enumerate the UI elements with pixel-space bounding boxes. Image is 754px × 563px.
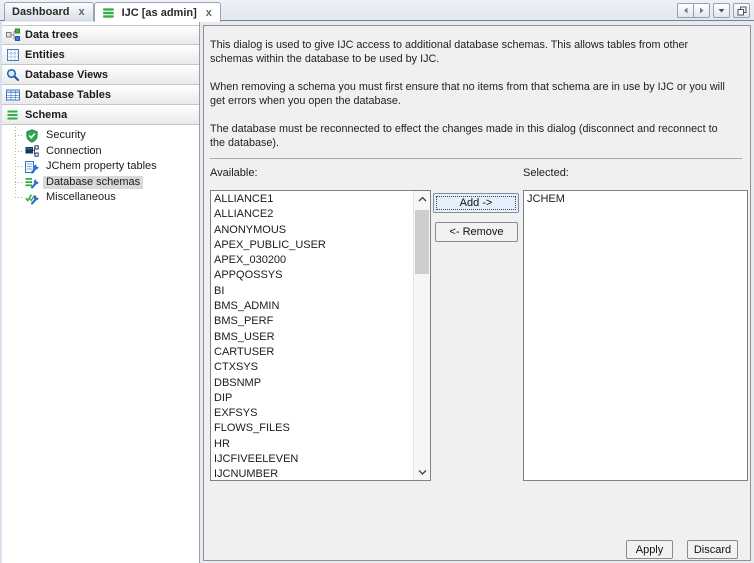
add-button[interactable]: Add ->	[433, 193, 519, 213]
description-paragraph: When removing a schema you must first en…	[210, 81, 752, 108]
database-tables-icon	[6, 88, 20, 102]
description-paragraph: The database must be reconnected to effe…	[210, 123, 752, 150]
sidebar-item-label: Entities	[25, 49, 65, 61]
list-item[interactable]: IJCNUMBER	[214, 467, 413, 480]
list-item[interactable]: BI	[214, 284, 413, 299]
tree-item-label: Database schemas	[43, 176, 143, 189]
schema-tree: Security Connection	[2, 125, 199, 206]
list-item[interactable]: BMS_USER	[214, 330, 413, 345]
dialog-description: This dialog is used to give IJC access t…	[210, 39, 752, 165]
tree-item-connection[interactable]: Connection	[2, 144, 199, 160]
tab-dashboard-label: Dashboard	[12, 6, 69, 18]
list-item[interactable]: APPQOSSYS	[214, 268, 413, 283]
sidebar-item-label: Database Views	[25, 69, 108, 81]
tab-list-dropdown-button[interactable]	[713, 3, 730, 18]
tab-dashboard[interactable]: Dashboard x	[4, 2, 94, 21]
list-item[interactable]: DBSNMP	[214, 376, 413, 391]
sidebar-item-data-trees[interactable]: Data trees	[2, 25, 199, 45]
sidebar-item-database-tables[interactable]: Database Tables	[2, 85, 199, 105]
scroll-up-button[interactable]	[414, 191, 430, 207]
scroll-up-icon	[417, 195, 428, 203]
miscellaneous-icon	[25, 191, 39, 205]
tree-item-label: Connection	[43, 145, 105, 158]
list-item[interactable]: APEX_030200	[214, 253, 413, 268]
apply-button[interactable]: Apply	[626, 540, 673, 559]
list-item[interactable]: FLOWS_FILES	[214, 421, 413, 436]
tab-controls	[677, 3, 750, 18]
description-paragraph: This dialog is used to give IJC access t…	[210, 39, 752, 66]
database-schemas-icon	[25, 175, 39, 189]
chevron-left-icon	[680, 5, 691, 16]
schema-green-bars-icon	[102, 6, 116, 20]
admin-sidebar: Data trees Entities Database Views Datab…	[0, 22, 200, 563]
sidebar-item-label: Database Tables	[25, 89, 111, 101]
connection-icon	[25, 144, 39, 158]
scrollbar-thumb[interactable]	[415, 210, 429, 274]
list-item[interactable]: EXFSYS	[214, 406, 413, 421]
list-item[interactable]: HR	[214, 437, 413, 452]
tree-item-database-schemas[interactable]: Database schemas	[2, 175, 199, 191]
list-item[interactable]: ALLIANCE2	[214, 207, 413, 222]
security-shield-icon	[25, 129, 39, 143]
separator-line	[210, 158, 742, 159]
schema-icon	[6, 108, 20, 122]
scroll-down-button[interactable]	[414, 464, 430, 480]
list-item[interactable]: APEX_PUBLIC_USER	[214, 238, 413, 253]
scroll-down-icon	[417, 468, 428, 476]
tab-bar: Dashboard x IJC [as admin] x	[0, 0, 754, 21]
tab-ijc-as-admin[interactable]: IJC [as admin] x	[94, 2, 221, 22]
close-icon[interactable]: x	[77, 7, 85, 17]
discard-button[interactable]: Discard	[687, 540, 738, 559]
list-item[interactable]: BMS_PERF	[214, 314, 413, 329]
close-icon[interactable]: x	[205, 8, 213, 18]
database-schemas-panel: This dialog is used to give IJC access t…	[203, 25, 751, 561]
list-item[interactable]: CTXSYS	[214, 360, 413, 375]
tree-item-label: JChem property tables	[43, 160, 160, 173]
tree-item-miscellaneous[interactable]: Miscellaneous	[2, 190, 199, 206]
vertical-scrollbar[interactable]	[413, 191, 430, 480]
sidebar-item-schema[interactable]: Schema	[2, 105, 199, 125]
available-schemas-items: ALLIANCE1ALLIANCE2ANONYMOUSAPEX_PUBLIC_U…	[211, 191, 413, 480]
selected-schemas-list[interactable]: JCHEM	[523, 190, 748, 481]
sidebar-item-database-views[interactable]: Database Views	[2, 65, 199, 85]
tab-ijc-label: IJC [as admin]	[122, 7, 197, 19]
list-item[interactable]: CARTUSER	[214, 345, 413, 360]
entities-icon	[6, 48, 20, 62]
selected-label: Selected:	[523, 167, 569, 179]
scroll-tabs-right-button[interactable]	[693, 3, 710, 18]
property-tables-icon	[25, 160, 39, 174]
available-schemas-list[interactable]: ALLIANCE1ALLIANCE2ANONYMOUSAPEX_PUBLIC_U…	[210, 190, 431, 481]
sidebar-item-entities[interactable]: Entities	[2, 45, 199, 65]
ijc-admin-window: Dashboard x IJC [as admin] x	[0, 0, 754, 563]
list-item[interactable]: IJCFIVEELEVEN	[214, 452, 413, 467]
database-views-icon	[6, 68, 20, 82]
list-item[interactable]: JCHEM	[527, 192, 747, 207]
list-item[interactable]: ALLIANCE1	[214, 192, 413, 207]
data-trees-icon	[6, 28, 20, 42]
remove-button[interactable]: <- Remove	[435, 222, 518, 242]
scrollbar-track[interactable]	[414, 207, 430, 464]
tree-item-jchem-property-tables[interactable]: JChem property tables	[2, 159, 199, 175]
tree-item-security[interactable]: Security	[2, 128, 199, 144]
tree-item-label: Security	[43, 129, 89, 142]
maximize-window-button[interactable]	[733, 3, 750, 18]
list-item[interactable]: BMS_ADMIN	[214, 299, 413, 314]
sidebar-item-label: Schema	[25, 109, 67, 121]
list-item[interactable]: ANONYMOUS	[214, 223, 413, 238]
maximize-icon	[736, 5, 748, 17]
scroll-tabs-left-button[interactable]	[677, 3, 694, 18]
chevron-down-icon	[716, 5, 727, 16]
tree-item-label: Miscellaneous	[43, 191, 119, 204]
selected-schemas-items: JCHEM	[524, 191, 747, 480]
list-item[interactable]: DIP	[214, 391, 413, 406]
available-label: Available:	[210, 167, 258, 179]
chevron-right-icon	[696, 5, 707, 16]
sidebar-item-label: Data trees	[25, 29, 78, 41]
